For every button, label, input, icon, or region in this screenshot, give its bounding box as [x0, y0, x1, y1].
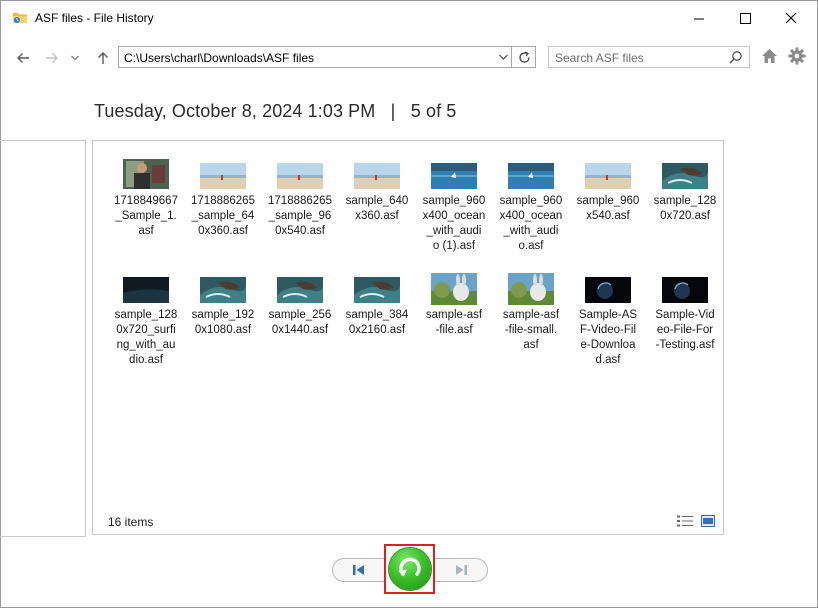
- folder-icon: [13, 13, 27, 23]
- minimize-icon: [693, 18, 704, 19]
- version-indicator: 5 of 5: [410, 101, 457, 121]
- file-item[interactable]: sample_960 x540.asf: [569, 159, 647, 224]
- file-item[interactable]: sample-asf -file.asf: [415, 273, 493, 338]
- file-thumbnail: [431, 163, 477, 189]
- file-name: 1718886265 _sample_96 0x540.asf: [268, 195, 332, 237]
- title-bar: ASF files - File History: [1, 1, 817, 35]
- maximize-icon: [739, 12, 751, 24]
- file-thumbnail: [200, 277, 246, 303]
- file-item[interactable]: sample-asf -file-small. asf: [492, 273, 570, 353]
- chevron-down-icon: [498, 54, 508, 60]
- file-thumbnail: [431, 273, 477, 305]
- file-name: sample_128 0x720.asf: [653, 195, 717, 222]
- file-thumbnail: [508, 163, 554, 189]
- previous-version-button[interactable]: [332, 558, 384, 582]
- file-item[interactable]: 1718886265 _sample_96 0x540.asf: [261, 159, 339, 239]
- file-name: sample_192 0x1080.asf: [191, 309, 255, 336]
- details-view-icon[interactable]: [677, 515, 693, 527]
- window-title: ASF files - File History: [35, 11, 154, 25]
- back-button[interactable]: [13, 47, 33, 69]
- file-thumbnail: [354, 163, 400, 189]
- address-path: C:\Users\charl\Downloads\ASF files: [124, 51, 315, 65]
- refresh-button[interactable]: [511, 46, 537, 68]
- file-name: sample_960 x540.asf: [576, 195, 640, 222]
- address-bar[interactable]: C:\Users\charl\Downloads\ASF files: [118, 46, 536, 68]
- close-icon: [785, 12, 796, 23]
- file-thumbnail: [123, 277, 169, 303]
- file-thumbnail: [123, 159, 169, 191]
- file-thumbnail: [200, 163, 246, 189]
- backup-date: Tuesday, October 8, 2024 1:03 PM: [94, 101, 376, 121]
- file-name: sample_256 0x1440.asf: [268, 309, 332, 336]
- close-button[interactable]: [768, 1, 814, 35]
- search-icon: [729, 51, 742, 64]
- search-input[interactable]: Search ASF files: [548, 46, 750, 68]
- backup-date-header: Tuesday, October 8, 2024 1:03 PM | 5 of …: [94, 101, 456, 122]
- recent-locations-button[interactable]: [68, 47, 82, 69]
- file-item[interactable]: Sample-AS F-Video-Fil e-Downloa d.asf: [569, 273, 647, 368]
- previous-icon: [352, 565, 364, 575]
- address-dropdown-button[interactable]: [494, 47, 512, 67]
- gear-icon[interactable]: [788, 47, 806, 65]
- next-icon: [456, 565, 467, 575]
- file-item[interactable]: sample_256 0x1440.asf: [261, 273, 339, 338]
- file-item[interactable]: sample_192 0x1080.asf: [184, 273, 262, 338]
- file-name: sample-asf -file-small. asf: [502, 309, 560, 351]
- restore-highlight: [384, 544, 435, 594]
- refresh-icon: [519, 50, 530, 63]
- minimize-button[interactable]: [676, 1, 722, 35]
- up-arrow-icon: [98, 52, 108, 64]
- restore-icon: [398, 557, 421, 577]
- file-item[interactable]: Sample-Vid eo-File-For -Testing.asf: [646, 273, 724, 353]
- file-thumbnail: [277, 277, 323, 303]
- file-thumbnail: [508, 273, 554, 305]
- file-item[interactable]: 1718886265 _sample_64 0x360.asf: [184, 159, 262, 239]
- file-name: Sample-AS F-Video-Fil e-Downloa d.asf: [578, 309, 638, 366]
- file-item[interactable]: sample_384 0x2160.asf: [338, 273, 416, 338]
- file-thumbnail: [277, 163, 323, 189]
- file-item[interactable]: sample_128 0x720_surfi ng_with_au dio.as…: [107, 273, 185, 368]
- file-name: 1718849667 _Sample_1. asf: [114, 195, 178, 237]
- file-item[interactable]: 1718849667 _Sample_1. asf: [107, 159, 185, 239]
- file-name: 1718886265 _sample_64 0x360.asf: [191, 195, 255, 237]
- file-name: sample-asf -file.asf: [425, 309, 483, 336]
- previous-version-panel[interactable]: [0, 140, 86, 537]
- search-placeholder: Search ASF files: [555, 51, 644, 65]
- home-icon[interactable]: [761, 48, 778, 64]
- next-version-button[interactable]: [435, 558, 488, 582]
- file-name: sample_128 0x720_surfi ng_with_au dio.as…: [114, 309, 178, 366]
- file-name: sample_960 x400_ocean _with_audi o (1).a…: [422, 195, 486, 252]
- file-item[interactable]: sample_640 x360.asf: [338, 159, 416, 224]
- large-icons-view-icon[interactable]: [701, 515, 715, 527]
- file-item[interactable]: sample_960 x400_ocean _with_audi o.asf: [492, 159, 570, 254]
- file-thumbnail: [354, 277, 400, 303]
- forward-arrow-icon: [46, 53, 58, 63]
- chevron-down-icon: [71, 55, 79, 61]
- up-button[interactable]: [93, 47, 113, 69]
- maximize-button[interactable]: [722, 1, 768, 35]
- file-name: sample_384 0x2160.asf: [345, 309, 409, 336]
- back-arrow-icon: [17, 53, 29, 63]
- file-item[interactable]: sample_128 0x720.asf: [646, 159, 724, 224]
- forward-button[interactable]: [42, 47, 62, 69]
- restore-button[interactable]: [389, 548, 431, 590]
- file-thumbnail: [585, 163, 631, 189]
- file-name: sample_640 x360.asf: [345, 195, 409, 222]
- file-item[interactable]: sample_960 x400_ocean _with_audi o (1).a…: [415, 159, 493, 254]
- file-thumbnail: [662, 163, 708, 189]
- file-name: sample_960 x400_ocean _with_audi o.asf: [499, 195, 563, 252]
- file-name: Sample-Vid eo-File-For -Testing.asf: [655, 309, 715, 351]
- file-thumbnail: [585, 277, 631, 303]
- view-switcher: [677, 515, 715, 527]
- file-thumbnail: [662, 277, 708, 303]
- file-history-window: ASF files - File History C:\Users\charl\…: [0, 0, 818, 608]
- item-count: 16 items: [108, 515, 154, 529]
- file-list-panel: 1718849667 _Sample_1. asf 1718886265 _sam…: [92, 140, 724, 535]
